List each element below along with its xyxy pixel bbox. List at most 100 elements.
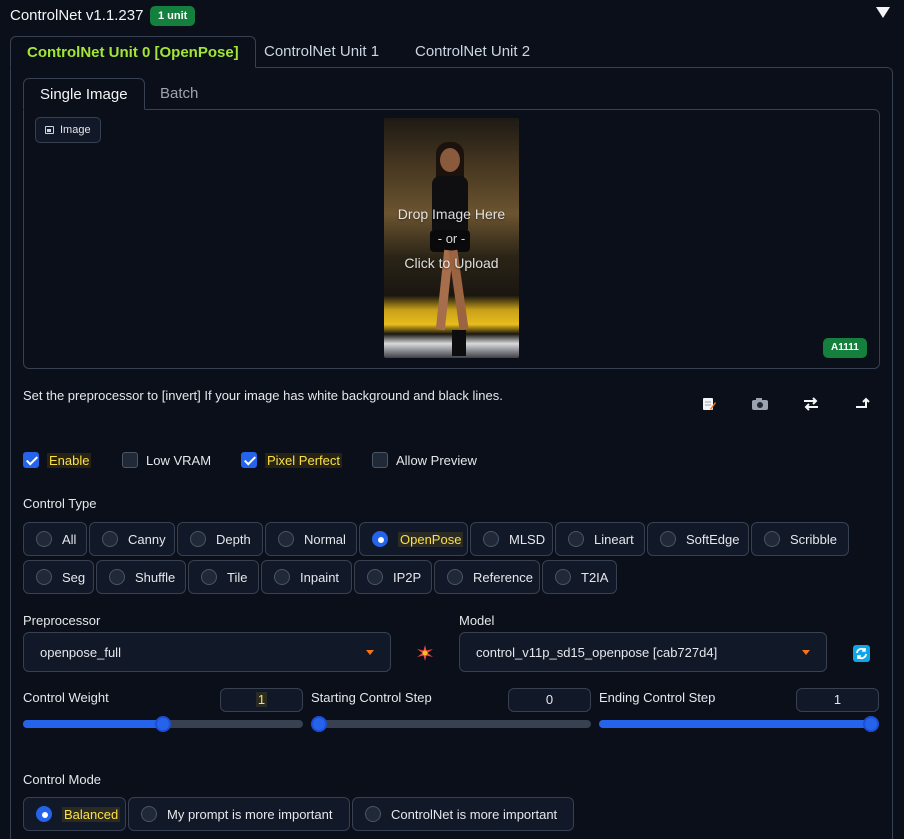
tab-single-image[interactable]: Single Image [23, 78, 145, 110]
radio[interactable] [555, 569, 571, 585]
collapse-triangle-icon[interactable] [876, 7, 890, 18]
low-vram-checkbox[interactable]: Low VRAM [122, 452, 211, 468]
image-label: Image [35, 117, 101, 143]
control-type-ip2p[interactable]: IP2P [354, 560, 432, 594]
chevron-down-icon [802, 649, 810, 655]
option-label: Balanced [62, 806, 121, 822]
radio-selected[interactable] [372, 531, 388, 547]
option-label: My prompt is more important [167, 806, 333, 822]
control-type-depth[interactable]: Depth [177, 522, 263, 556]
option-label: OpenPose [398, 531, 464, 547]
model-value: control_v11p_sd15_openpose [cab727d4] [476, 644, 718, 660]
control-type-label: Control Type [23, 496, 97, 511]
pixel-perfect-check[interactable] [241, 452, 257, 468]
starting-step-thumb[interactable] [311, 716, 327, 732]
control-type-seg[interactable]: Seg [23, 560, 94, 594]
tab-batch[interactable]: Batch [144, 78, 214, 110]
control-mode-prompt[interactable]: My prompt is more important [128, 797, 350, 831]
or-text: - or - [437, 231, 466, 246]
radio[interactable] [36, 569, 52, 585]
ending-step-thumb[interactable] [863, 716, 879, 732]
radio[interactable] [660, 531, 676, 547]
control-mode-label: Control Mode [23, 772, 102, 787]
refresh-models-icon[interactable] [853, 645, 870, 662]
control-type-normal[interactable]: Normal [265, 522, 357, 556]
allow-preview-label: Allow Preview [396, 452, 477, 468]
control-type-softedge[interactable]: SoftEdge [647, 522, 749, 556]
pixel-perfect-checkbox[interactable]: Pixel Perfect [241, 452, 342, 468]
radio[interactable] [141, 806, 157, 822]
option-label: Lineart [594, 531, 634, 547]
radio[interactable] [483, 531, 499, 547]
radio[interactable] [278, 531, 294, 547]
radio[interactable] [568, 531, 584, 547]
ending-step-slider[interactable] [599, 720, 879, 728]
camera-icon[interactable] [750, 396, 770, 416]
chevron-down-icon [366, 649, 374, 655]
control-type-lineart[interactable]: Lineart [555, 522, 645, 556]
allow-preview-checkbox[interactable]: Allow Preview [372, 452, 477, 468]
radio[interactable] [274, 569, 290, 585]
radio[interactable] [201, 569, 217, 585]
radio[interactable] [764, 531, 780, 547]
image-label-text: Image [60, 124, 91, 136]
tab-unit-2[interactable]: ControlNet Unit 2 [399, 36, 546, 68]
radio-selected[interactable] [36, 806, 52, 822]
uploaded-image[interactable]: Drop Image Here - or - Click to Upload [384, 118, 519, 358]
unit-count-badge: 1 unit [150, 6, 196, 26]
radio[interactable] [102, 531, 118, 547]
option-label: T2IA [581, 569, 609, 585]
option-label: Reference [473, 569, 533, 585]
ending-step-input[interactable]: 1 [796, 688, 879, 712]
tab-unit-1[interactable]: ControlNet Unit 1 [248, 36, 395, 68]
control-type-inpaint[interactable]: Inpaint [261, 560, 352, 594]
starting-step-input[interactable]: 0 [508, 688, 591, 712]
option-label: MLSD [509, 531, 546, 547]
model-dropdown[interactable]: control_v11p_sd15_openpose [cab727d4] [459, 632, 827, 672]
allow-preview-check[interactable] [372, 452, 388, 468]
option-label: Depth [216, 531, 251, 547]
starting-step-slider[interactable] [311, 720, 591, 728]
controlnet-title[interactable]: ControlNet v1.1.237 [10, 7, 143, 24]
control-type-shuffle[interactable]: Shuffle [96, 560, 186, 594]
enable-checkbox[interactable]: Enable [23, 452, 92, 468]
control-type-t2ia[interactable]: T2IA [542, 560, 617, 594]
preprocessor-label: Preprocessor [23, 613, 101, 628]
control-mode-balanced[interactable]: Balanced [23, 797, 126, 831]
radio[interactable] [109, 569, 125, 585]
option-label: All [62, 531, 77, 547]
click-upload-text: Click to Upload [404, 255, 499, 271]
ending-step-label: Ending Control Step [599, 690, 716, 705]
control-mode-controlnet[interactable]: ControlNet is more important [352, 797, 574, 831]
radio[interactable] [36, 531, 52, 547]
control-type-all[interactable]: All [23, 522, 87, 556]
edit-icon[interactable] [699, 396, 719, 416]
control-type-reference[interactable]: Reference [434, 560, 540, 594]
send-icon[interactable] [853, 396, 873, 416]
control-weight-label: Control Weight [23, 690, 109, 705]
a1111-badge: A1111 [823, 338, 867, 358]
control-type-openpose[interactable]: OpenPose [359, 522, 468, 556]
enable-check[interactable] [23, 452, 39, 468]
control-type-tile[interactable]: Tile [188, 560, 259, 594]
swap-icon[interactable] [801, 396, 821, 416]
run-preprocessor-icon[interactable] [417, 645, 433, 661]
control-weight-input[interactable]: 1 [220, 688, 303, 712]
control-type-mlsd[interactable]: MLSD [470, 522, 553, 556]
radio[interactable] [190, 531, 206, 547]
option-label: IP2P [393, 569, 422, 585]
radio[interactable] [365, 806, 381, 822]
preprocessor-value: openpose_full [40, 644, 121, 660]
image-icon [45, 126, 54, 134]
control-type-scribble[interactable]: Scribble [751, 522, 849, 556]
radio[interactable] [367, 569, 383, 585]
preprocessor-dropdown[interactable]: openpose_full [23, 632, 391, 672]
control-type-canny[interactable]: Canny [89, 522, 175, 556]
control-weight-thumb[interactable] [155, 716, 171, 732]
radio[interactable] [447, 569, 463, 585]
tab-unit-0[interactable]: ControlNet Unit 0 [OpenPose] [10, 36, 256, 68]
invert-hint: Set the preprocessor to [invert] If your… [23, 388, 503, 403]
low-vram-check[interactable] [122, 452, 138, 468]
pixel-perfect-label: Pixel Perfect [265, 452, 342, 468]
option-label: Tile [227, 569, 248, 585]
